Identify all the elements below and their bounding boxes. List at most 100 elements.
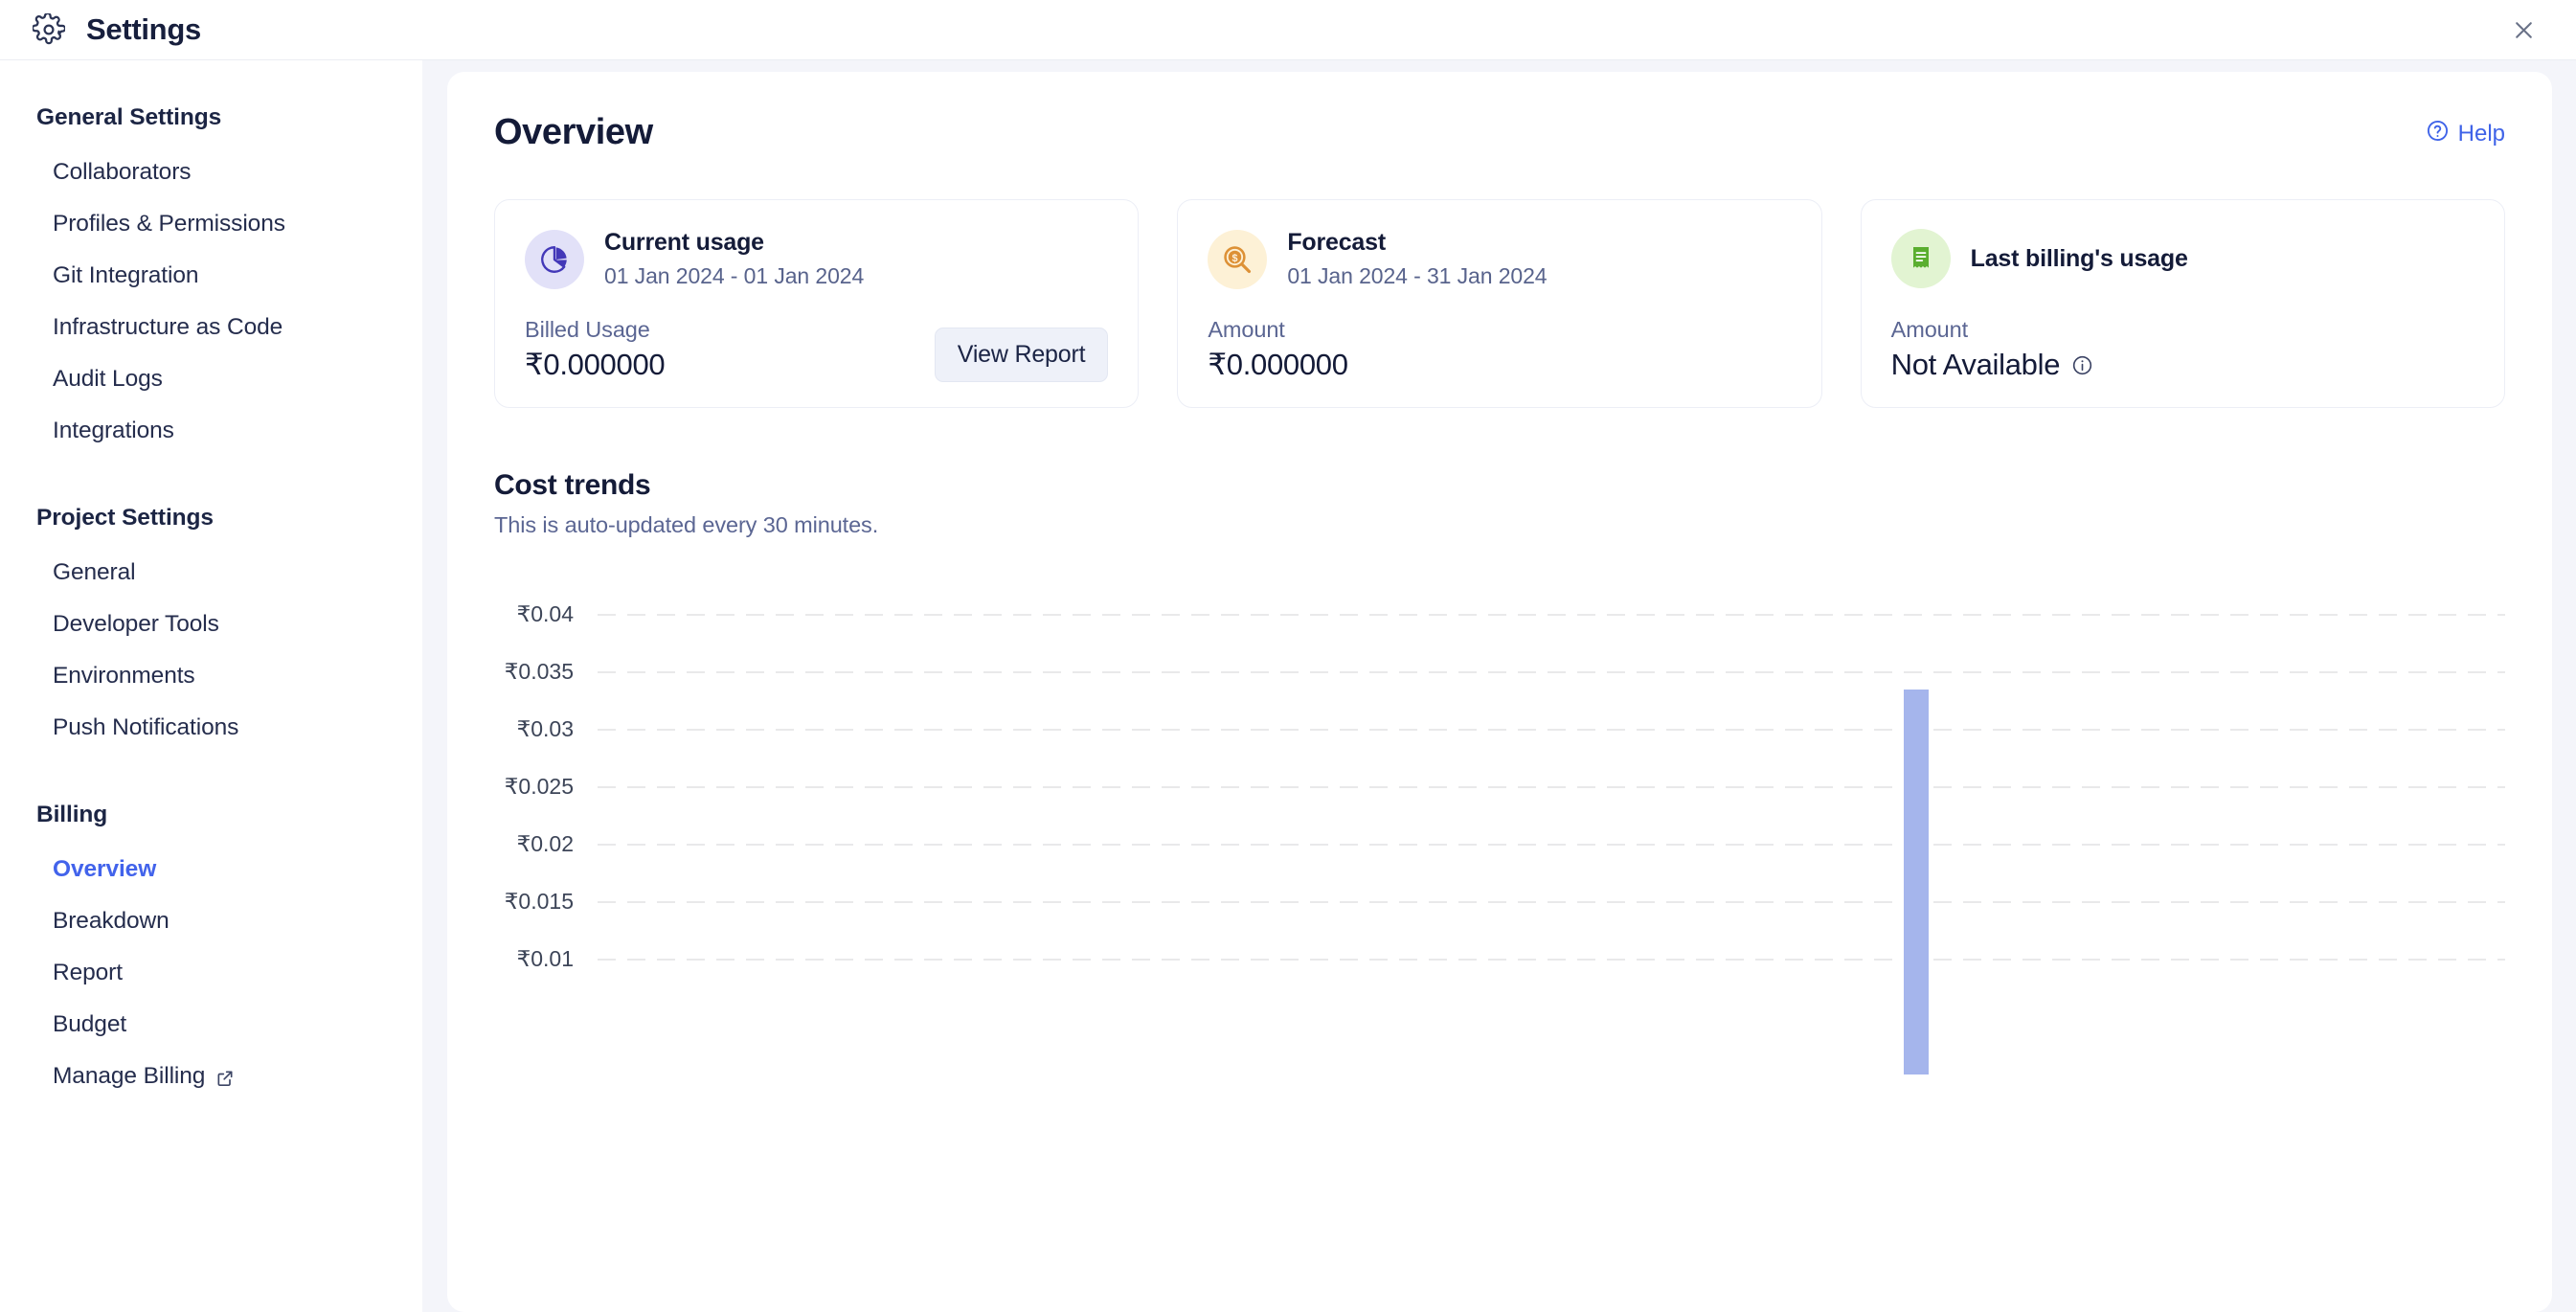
sidebar-item-label: Report [53, 960, 123, 986]
summary-card-header: Last billing's usage [1891, 229, 2474, 288]
close-icon[interactable] [2505, 11, 2542, 48]
sidebar-item-git-integration[interactable]: Git Integration [0, 250, 422, 302]
y-axis-tick-label: ₹0.04 [494, 601, 598, 627]
cost-trends-chart: ₹0.04₹0.035₹0.03₹0.025₹0.02₹0.015₹0.01 [494, 586, 2505, 988]
sidebar-item-label: Profiles & Permissions [53, 211, 285, 238]
summary-card-footer: Billed Usage ₹0.000000 View Report [525, 317, 1108, 382]
settings-sidebar: General Settings Collaborators Profiles & … [0, 59, 422, 1312]
gridline [598, 729, 2505, 731]
help-label: Help [2458, 121, 2505, 147]
summary-card-metric: Billed Usage ₹0.000000 [525, 317, 665, 382]
summary-cards: Current usage01 Jan 2024 - 01 Jan 2024 Bi… [494, 199, 2505, 408]
summary-card-header: Current usage01 Jan 2024 - 01 Jan 2024 [525, 229, 1108, 289]
sidebar-group-gap [0, 759, 422, 786]
gridline [598, 671, 2505, 673]
gridline [598, 844, 2505, 846]
summary-card-metric-label: Amount [1891, 317, 2094, 343]
summary-card-metric-label: Billed Usage [525, 317, 665, 343]
summary-card: $ Forecast 01 Jan 2024 - 31 Jan 2024 Amount… [1177, 199, 1821, 408]
chart-bar[interactable] [1904, 690, 1929, 1074]
sidebar-item-integrations[interactable]: Integrations [0, 405, 422, 457]
sidebar-item-collaborators[interactable]: Collaborators [0, 147, 422, 198]
summary-card-titles: Current usage01 Jan 2024 - 01 Jan 2024 [604, 229, 864, 289]
summary-card-footer: Amount Not Available [1891, 317, 2474, 382]
sidebar-item-label: Push Notifications [53, 714, 238, 741]
summary-card-metric-value: ₹0.000000 [525, 348, 665, 382]
summary-card-title: Last billing's usage [1971, 245, 2188, 273]
sidebar-item-budget[interactable]: Budget [0, 999, 422, 1051]
gridline [598, 959, 2505, 961]
page-title: Overview [494, 112, 653, 153]
overview-panel: Overview Help Current usage01 Ja [447, 72, 2552, 1312]
sidebar-item-general[interactable]: General [0, 547, 422, 599]
summary-card-metric-amount: Not Available [1891, 348, 2061, 382]
summary-card-metric-value: Not Available [1891, 348, 2094, 382]
summary-card-metric: Amount ₹0.000000 [1208, 317, 1347, 382]
y-axis-tick-label: ₹0.035 [494, 659, 598, 685]
window-body: General Settings Collaborators Profiles & … [0, 59, 2576, 1312]
y-axis-tick-label: ₹0.03 [494, 716, 598, 742]
summary-card-metric-amount: ₹0.000000 [1208, 348, 1347, 382]
sidebar-group: Billing Overview Breakdown Report Budget Mana… [0, 786, 422, 1102]
view-report-button[interactable]: View Report [935, 328, 1109, 382]
y-axis-tick-label: ₹0.015 [494, 889, 598, 915]
external-link-icon [215, 1068, 235, 1087]
sidebar-group: General Settings Collaborators Profiles & … [0, 89, 422, 457]
sidebar-item-infrastructure-as-code[interactable]: Infrastructure as Code [0, 302, 422, 353]
sidebar-item-report[interactable]: Report [0, 947, 422, 999]
titlebar-left: Settings [33, 12, 201, 47]
sidebar-item-overview[interactable]: Overview [0, 844, 422, 895]
sidebar-group-title: Project Settings [0, 489, 422, 547]
sidebar-item-label: Infrastructure as Code [53, 314, 282, 341]
sidebar-group: Project Settings General Developer Tools En… [0, 489, 422, 754]
sidebar-item-label: Developer Tools [53, 611, 219, 638]
sidebar-group-gap [0, 463, 422, 489]
svg-text:$: $ [1232, 252, 1238, 263]
sidebar-item-label: General [53, 559, 135, 586]
sidebar-item-label: Environments [53, 663, 195, 690]
summary-card-header: $ Forecast 01 Jan 2024 - 31 Jan 2024 [1208, 229, 1791, 289]
summary-card-footer: Amount ₹0.000000 [1208, 317, 1791, 382]
sidebar-group-title: Billing [0, 786, 422, 844]
money-search-icon: $ [1208, 230, 1267, 289]
summary-card-metric-label: Amount [1208, 317, 1347, 343]
sidebar-item-label: Collaborators [53, 159, 191, 186]
sidebar-item-developer-tools[interactable]: Developer Tools [0, 599, 422, 650]
sidebar-item-label: Overview [53, 856, 156, 883]
info-icon[interactable] [2071, 354, 2093, 376]
summary-card-titles: Forecast 01 Jan 2024 - 31 Jan 2024 [1287, 229, 1547, 289]
cost-trends-title: Cost trends [494, 469, 2505, 502]
gridline [598, 786, 2505, 788]
sidebar-item-audit-logs[interactable]: Audit Logs [0, 353, 422, 405]
sidebar-item-label: Integrations [53, 418, 174, 444]
panel-header: Overview Help [494, 112, 2505, 153]
gear-icon [33, 13, 65, 46]
content-area: Overview Help Current usage01 Ja [422, 59, 2576, 1312]
summary-card-title: Current usage [604, 229, 864, 257]
sidebar-item-label: Git Integration [53, 262, 198, 289]
gridline [598, 614, 2505, 616]
pie-chart-icon [525, 230, 584, 289]
app-title: Settings [86, 12, 201, 47]
help-link[interactable]: Help [2426, 119, 2505, 149]
summary-card-daterange: 01 Jan 2024 - 31 Jan 2024 [1287, 263, 1547, 289]
summary-card-titles: Last billing's usage [1971, 245, 2188, 273]
summary-card-metric-amount: ₹0.000000 [525, 348, 665, 382]
summary-card: Current usage01 Jan 2024 - 01 Jan 2024 Bi… [494, 199, 1139, 408]
sidebar-item-label: Budget [53, 1011, 126, 1038]
settings-window: Settings General Settings Collaborators Pr… [0, 0, 2576, 1312]
gridline [598, 901, 2505, 903]
summary-card: Last billing's usage Amount Not Available [1861, 199, 2505, 408]
sidebar-item-environments[interactable]: Environments [0, 650, 422, 702]
cost-trends-section: Cost trends This is auto-updated every 3… [494, 469, 2505, 988]
sidebar-item-profiles-permissions[interactable]: Profiles & Permissions [0, 198, 422, 250]
question-circle-icon [2426, 119, 2450, 149]
sidebar-item-push-notifications[interactable]: Push Notifications [0, 702, 422, 754]
sidebar-item-breakdown[interactable]: Breakdown [0, 895, 422, 947]
summary-card-metric: Amount Not Available [1891, 317, 2094, 382]
summary-card-title: Forecast [1287, 229, 1547, 257]
sidebar-item-manage-billing[interactable]: Manage Billing [0, 1051, 422, 1102]
y-axis-tick-label: ₹0.02 [494, 831, 598, 857]
sidebar-group-title: General Settings [0, 89, 422, 147]
y-axis-tick-label: ₹0.025 [494, 774, 598, 800]
